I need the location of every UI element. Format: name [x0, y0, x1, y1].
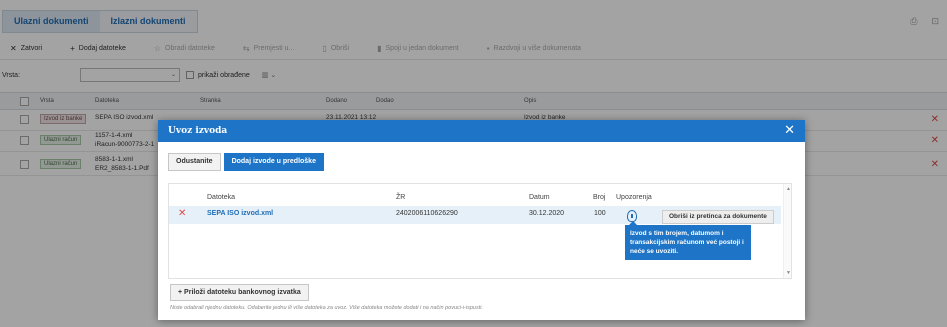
close-icon[interactable]: ✕	[784, 123, 795, 139]
dialog-actions: Odustanite Dodaj izvode u predloške	[168, 153, 324, 171]
dialog-header: Uvoz izvoda ✕	[158, 120, 805, 142]
no-file-hint: Niste odabrali njednu datoteku. Odaberit…	[170, 305, 483, 311]
warning-tooltip: Izvod s tim brojem, datumom i transakcij…	[625, 221, 751, 260]
files-table: Datoteka ŽR Datum Broj Upozorenja ✕ SEPA…	[168, 183, 792, 279]
dialog-title: Uvoz izvoda	[168, 126, 228, 136]
statement-date: 30.12.2020	[529, 210, 565, 217]
import-statement-dialog: Uvoz izvoda ✕ Odustanite Dodaj izvode u …	[158, 120, 805, 320]
delete-from-inbox-button[interactable]: Obriši iz pretinca za dokumente	[662, 210, 774, 224]
scrollbar[interactable]: ▲ ▼	[783, 184, 791, 278]
table-row[interactable]: ✕ SEPA ISO izvod.xml 2402006110626290 30…	[169, 206, 781, 224]
remove-file-icon[interactable]: ✕	[178, 208, 186, 219]
column-number: Broj	[593, 194, 606, 201]
attach-statement-button[interactable]: + Priloži datoteku bankovnog izvatka	[170, 284, 309, 301]
cancel-button[interactable]: Odustanite	[168, 153, 221, 171]
column-date: Datum	[529, 194, 550, 201]
scroll-up-icon[interactable]: ▲	[786, 186, 791, 192]
column-file: Datoteka	[207, 194, 236, 201]
account-number: 2402006110626290	[396, 210, 458, 217]
files-table-header: Datoteka ŽR Datum Broj Upozorenja	[169, 192, 781, 206]
column-warnings: Upozorenja	[616, 194, 652, 201]
file-name[interactable]: SEPA ISO izvod.xml	[207, 210, 273, 217]
column-account: ŽR	[396, 194, 406, 201]
statement-number: 100	[594, 210, 606, 217]
scroll-down-icon[interactable]: ▼	[786, 270, 791, 276]
add-to-drafts-button[interactable]: Dodaj izvode u predloške	[223, 153, 324, 171]
